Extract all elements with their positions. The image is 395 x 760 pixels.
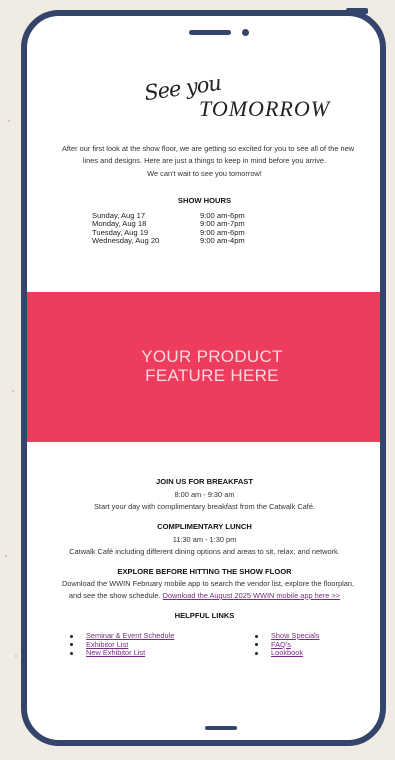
- background-speck: [12, 390, 14, 392]
- background-speck: [15, 655, 17, 657]
- show-hours-table: Sunday, Aug 17 9:00 am-6pm Monday, Aug 1…: [92, 211, 245, 246]
- intro-line-3: We can't wait to see you tomorrow!: [147, 169, 262, 178]
- banner-line-1: YOUR PRODUCT: [141, 347, 283, 366]
- breakfast-heading: JOIN US FOR BREAKFAST: [155, 477, 254, 486]
- breakfast-description: Start your day with complimentary breakf…: [94, 502, 315, 511]
- phone-camera: [242, 29, 249, 36]
- bullet-icon: [70, 634, 73, 638]
- product-feature-banner[interactable]: YOUR PRODUCT FEATURE HERE: [27, 292, 380, 442]
- bullet-icon: [255, 634, 258, 638]
- phone-speaker: [189, 30, 231, 35]
- intro-line-1: After our first look at the show floor, …: [61, 144, 355, 153]
- helpful-links-heading: HELPFUL LINKS: [174, 611, 235, 620]
- show-hours-row: Wednesday, Aug 20 9:00 am-4pm: [92, 236, 245, 246]
- see-you-tomorrow-logo: See you TOMORROW: [119, 71, 359, 136]
- logo-main-text: TOMORROW: [199, 96, 331, 121]
- show-day: Wednesday, Aug 20: [92, 236, 160, 246]
- phone-frame: See you TOMORROW After our first look at…: [21, 10, 386, 746]
- background-speck: [5, 555, 7, 557]
- lunch-time: 11:30 am - 1:30 pm: [172, 535, 237, 544]
- new-exhibitor-list-link[interactable]: New Exhibitor List: [86, 649, 145, 658]
- bullet-icon: [70, 643, 73, 647]
- home-indicator[interactable]: [205, 726, 237, 730]
- bullet-icon: [70, 651, 73, 655]
- lookbook-link[interactable]: Lookbook: [271, 649, 303, 658]
- list-item: Lookbook: [255, 649, 319, 658]
- intro-line-2: lines and designs. Here are just a thing…: [82, 156, 327, 165]
- bullet-icon: [255, 651, 258, 655]
- show-hours-heading: SHOW HOURS: [177, 196, 232, 205]
- helpful-links-right: Show Specials FAQ's Lookbook: [255, 631, 319, 658]
- helpful-links-left: Seminar & Event Schedule Exhibitor List …: [70, 631, 174, 658]
- explore-heading: EXPLORE BEFORE HITTING THE SHOW FLOOR: [117, 567, 292, 576]
- list-item: New Exhibitor List: [70, 649, 174, 658]
- lunch-heading: COMPLIMENTARY LUNCH: [157, 522, 252, 531]
- download-app-link[interactable]: Download the August 2025 WWIN mobile app…: [163, 591, 340, 600]
- product-feature-text: YOUR PRODUCT FEATURE HERE: [27, 347, 380, 385]
- banner-line-2: FEATURE HERE: [145, 366, 279, 385]
- bullet-icon: [255, 643, 258, 647]
- explore-line-2: and see the show schedule. Download the …: [27, 591, 380, 600]
- show-time: 9:00 am-4pm: [200, 236, 245, 246]
- lunch-description: Catwalk Café including different dining …: [69, 547, 340, 556]
- explore-line-1: Download the WWIN February mobile app to…: [61, 579, 355, 588]
- explore-line-2-text: and see the show schedule.: [68, 591, 161, 600]
- background-speck: [8, 120, 10, 122]
- breakfast-time: 8:00 am - 9:30 am: [174, 490, 235, 499]
